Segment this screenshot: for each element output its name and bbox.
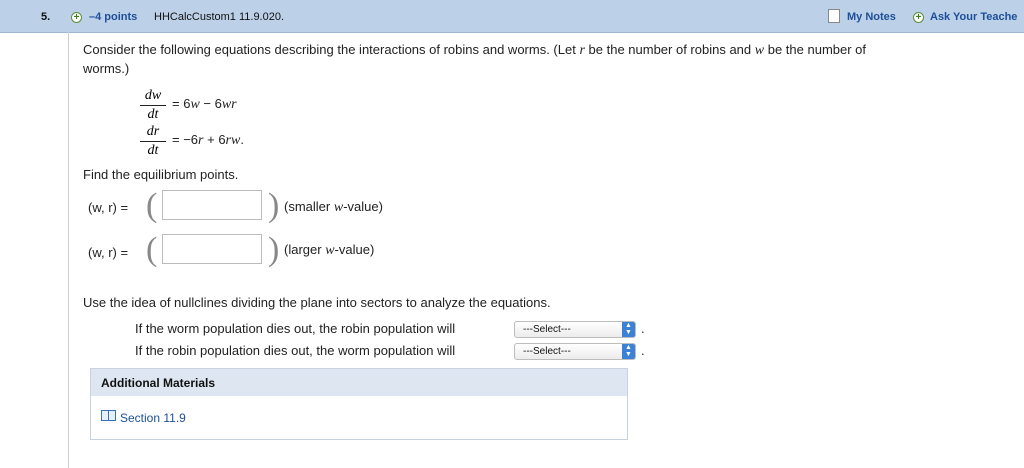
open-paren-2: ( [146,231,158,268]
eq2-rhs: = −6r + 6rw. [172,132,244,148]
nullcline-instruction: Use the idea of nullclines dividing the … [83,295,551,310]
robin-dies-select[interactable]: ---Select--- ▲ ▼ [514,343,636,360]
eq1-denominator: dt [147,107,159,122]
eq1-rhs: = 6w − 6wr [172,96,237,112]
notes-checkbox-icon[interactable] [828,9,840,23]
section-link[interactable]: Section 11.9 [120,411,186,425]
worm-statement: If the worm population dies out, the rob… [135,321,456,336]
find-equilibrium-label: Find the equilibrium points. [83,167,239,182]
additional-materials-title: Additional Materials [101,376,216,390]
expand-plus-icon[interactable]: + [71,12,82,23]
period-1: . [641,321,645,336]
pair-label-2: (w, r) = [88,245,129,260]
left-divider [68,32,69,468]
intro-text-4: worms.) [83,61,130,76]
select-arrow-icon: ▲ ▼ [622,344,635,359]
eq2-derivative: dr dt [140,124,166,159]
eq1-numerator: dw [140,88,166,106]
points-label: –4 points [89,11,138,23]
book-icon [101,410,116,421]
my-notes-link[interactable]: My Notes [847,11,896,23]
worm-dies-select[interactable]: ---Select--- ▲ ▼ [514,321,636,338]
close-paren-2: ) [268,231,280,268]
close-paren-1: ) [268,187,280,224]
robin-statement: If the robin population dies out, the wo… [135,343,456,358]
eq2-denominator: dt [147,143,159,158]
problem-intro: Consider the following equations describ… [83,42,1003,59]
question-number: 5. [41,11,51,23]
equilibrium-answer-1[interactable] [162,190,262,220]
intro-text-2: be the number of robins and [588,42,752,57]
question-id: HHCalcCustom1 11.9.020. [154,11,285,23]
robin-select-value: ---Select--- [523,346,571,357]
ask-plus-icon[interactable]: + [913,12,924,23]
equilibrium-answer-2[interactable] [162,234,262,264]
hint-larger: (larger w-value) [284,242,375,258]
ask-teacher-link[interactable]: Ask Your Teache [930,11,1017,23]
open-paren-1: ( [146,187,158,224]
hint-smaller: (smaller w-value) [284,199,383,215]
additional-materials-header: Additional Materials [91,369,627,396]
eq1-derivative: dw dt [140,88,166,123]
question-header: 5. + –4 points HHCalcCustom1 11.9.020. M… [0,0,1024,33]
period-2: . [641,343,645,358]
intro-text-1: Consider the following equations describ… [83,42,576,57]
pair-label-1: (w, r) = [88,200,129,215]
additional-materials-panel: Additional Materials Section 11.9 [90,368,628,440]
var-r: r [579,43,585,58]
eq2-numerator: dr [140,124,166,142]
intro-text-3: be the number of [767,42,867,57]
select-arrow-icon: ▲ ▼ [622,322,635,337]
var-w: w [754,43,765,58]
worm-select-value: ---Select--- [523,324,571,335]
